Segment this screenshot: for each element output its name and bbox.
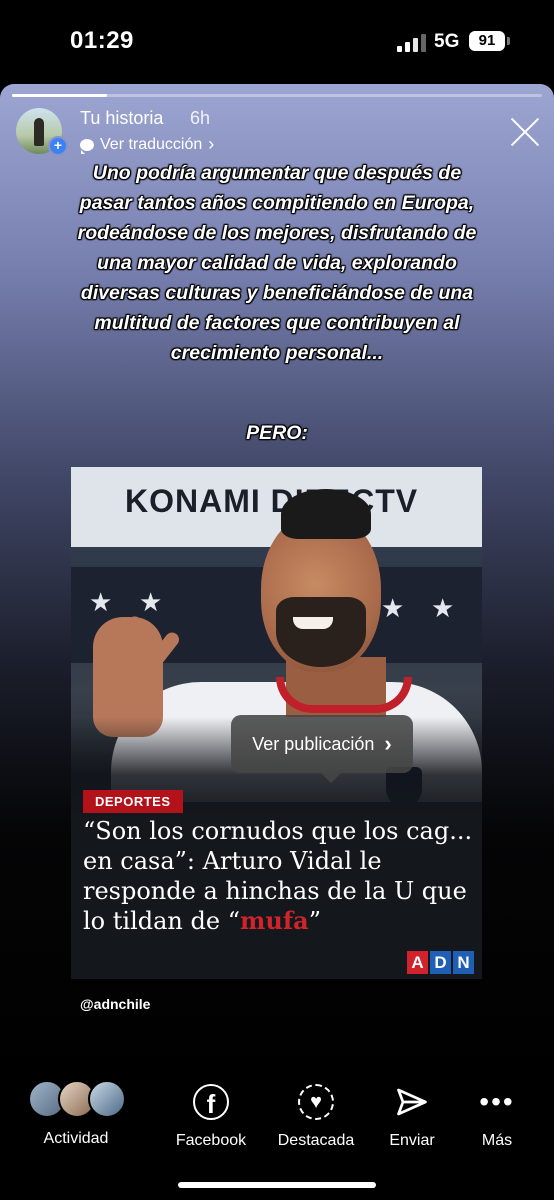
status-time: 01:29 — [70, 27, 134, 54]
star-icon: ★ — [381, 593, 405, 623]
player-beard — [276, 597, 366, 667]
facebook-button[interactable]: f Facebook — [161, 1084, 261, 1150]
home-indicator[interactable] — [178, 1182, 376, 1188]
more-dots-icon: ••• — [479, 1086, 515, 1117]
story-age: 6h — [190, 108, 211, 128]
sponsor-banner-text: KONAMI DIRECTV — [125, 483, 419, 519]
post-headline: “Son los cornudos que los cag... en casa… — [83, 816, 478, 936]
brand-logo: A D N — [407, 951, 474, 974]
close-icon[interactable] — [508, 115, 542, 149]
avatar-figure — [34, 118, 44, 146]
story-emphasis-text: PERO: — [246, 422, 308, 444]
jersey-collar — [276, 677, 412, 713]
story-viewer[interactable]: + Tu historia 6h Ver traducción › Uno po… — [0, 84, 554, 1084]
star-icon: ★ — [139, 587, 163, 617]
battery-tip — [507, 37, 510, 45]
chevron-right-icon: › — [384, 731, 392, 756]
player-smile — [293, 617, 333, 629]
heart-circle-icon: ♥ — [298, 1084, 334, 1120]
send-label: Enviar — [389, 1132, 435, 1149]
headline-close: ” — [308, 907, 321, 935]
shared-post-card[interactable]: KONAMI DIRECTV ★ ★ ★ ★ DEPORTES “Son los… — [71, 467, 482, 979]
more-button[interactable]: ••• Más — [447, 1084, 547, 1150]
add-story-icon[interactable]: + — [48, 136, 68, 156]
mention-handle[interactable]: @adnchile — [80, 996, 150, 1012]
story-quote-text: Uno podría argumentar que después de pas… — [77, 162, 477, 364]
featured-label: Destacada — [277, 1132, 355, 1149]
activity-label: Actividad — [43, 1130, 109, 1147]
activity-button[interactable]: Actividad — [26, 1080, 126, 1148]
headline-highlight: mufa — [239, 906, 309, 935]
star-icon: ★ — [431, 593, 455, 623]
brand-letter: D — [430, 951, 451, 974]
player-hair — [281, 489, 371, 539]
story-progress-bar — [12, 94, 542, 97]
more-label: Más — [481, 1132, 513, 1149]
chevron-right-icon: › — [208, 134, 215, 154]
featured-button[interactable]: ♥ Destacada — [266, 1084, 366, 1150]
send-icon — [397, 1088, 427, 1116]
brand-letter: N — [453, 951, 474, 974]
brand-letter: A — [407, 951, 428, 974]
facebook-label: Facebook — [175, 1132, 247, 1149]
view-post-button[interactable]: Ver publicación › — [231, 715, 413, 783]
viewer-avatar — [88, 1080, 126, 1118]
see-translation-link[interactable]: Ver traducción › — [80, 134, 214, 155]
story-progress-fill — [12, 94, 108, 97]
view-post-label: Ver publicación — [252, 733, 375, 754]
signal-icon — [397, 34, 427, 52]
viewer-avatars — [26, 1080, 126, 1118]
star-icon: ★ — [89, 587, 113, 617]
translation-label: Ver traducción — [100, 135, 203, 153]
battery-icon: 91 — [469, 31, 505, 51]
status-bar: 01:29 5G 91 — [0, 0, 554, 84]
category-tag: DEPORTES — [83, 790, 183, 813]
facebook-icon: f — [193, 1084, 229, 1120]
story-username[interactable]: Tu historia — [80, 108, 163, 129]
translation-bubble-icon — [80, 138, 94, 154]
network-type: 5G — [434, 31, 460, 52]
